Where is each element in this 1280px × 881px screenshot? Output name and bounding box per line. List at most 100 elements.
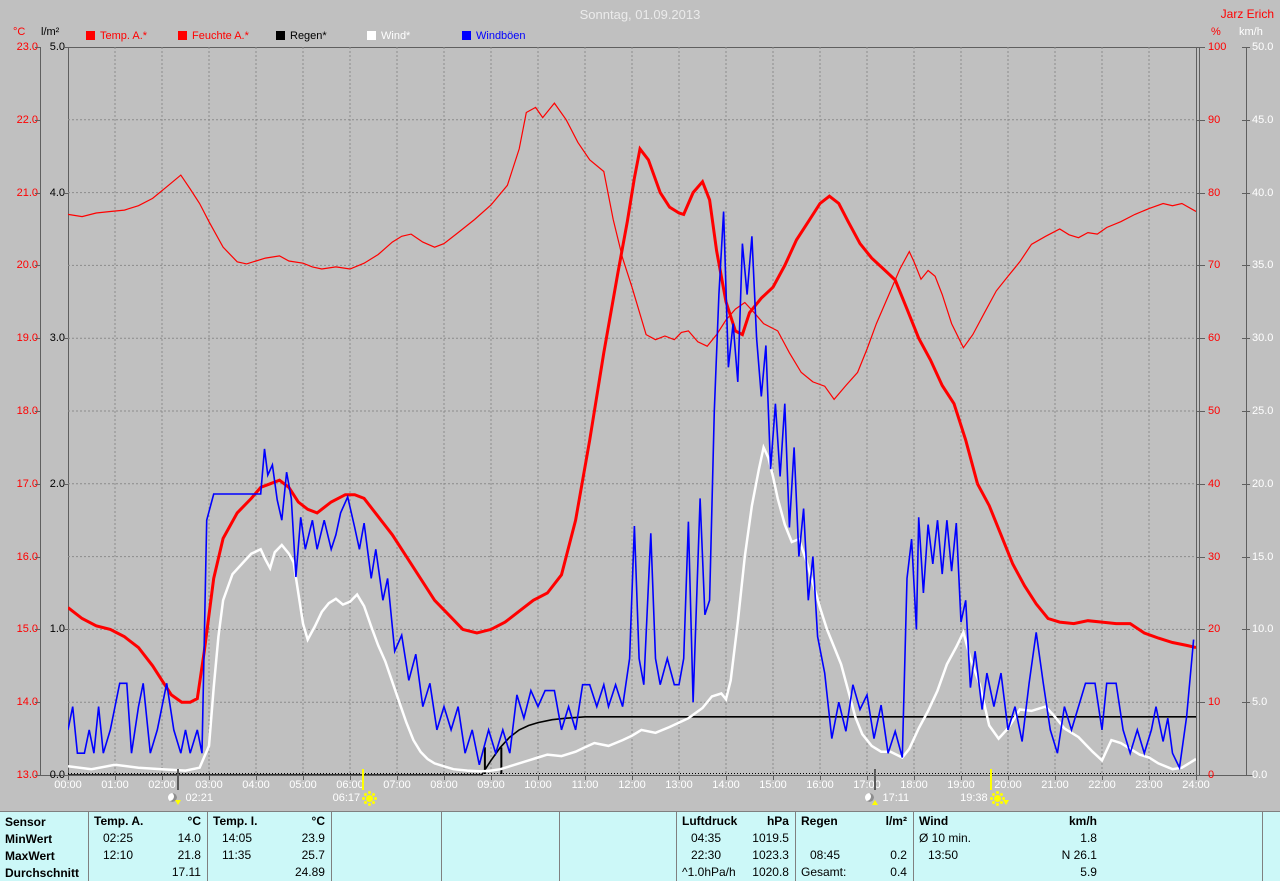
y-axis-temp-label: 13.0 xyxy=(16,769,38,781)
tick xyxy=(1242,119,1250,121)
legend-swatch-icon xyxy=(86,31,95,40)
y-axis-humidity-label: 30 xyxy=(1208,550,1221,563)
y-axis-wind-label: 30.0 xyxy=(1252,332,1274,345)
tick xyxy=(35,47,40,48)
y-axis-humidity-label: 60 xyxy=(1208,332,1221,345)
table-group-temp-a: Temp. A. °C 02:25 14.0 12:10 21.8 17.11 xyxy=(88,812,207,881)
tick xyxy=(1242,556,1250,558)
x-axis-time-label: 10:00 xyxy=(524,779,552,791)
table-row-label-max: MaxWert xyxy=(5,849,55,863)
tick xyxy=(1242,483,1250,485)
table-row-label-min: MinWert xyxy=(5,832,53,846)
tick xyxy=(914,775,915,780)
legend-label: Feuchte A.* xyxy=(192,30,249,42)
tick xyxy=(35,265,40,267)
tick xyxy=(632,775,633,780)
y-axis-temp-label: 14.0 xyxy=(16,696,38,709)
y-axis-humidity-label: 100 xyxy=(1208,41,1227,53)
series-windb-en xyxy=(68,211,1195,771)
tick xyxy=(1197,338,1205,340)
tick xyxy=(1197,629,1205,631)
legend-label: Regen* xyxy=(290,30,327,42)
y-axis-rain-label: 1.0 xyxy=(49,623,65,636)
series-regen xyxy=(68,715,1196,775)
y-axis-temp-label: 19.0 xyxy=(16,332,38,345)
tick xyxy=(1149,775,1150,780)
y-axis-humidity-label: 70 xyxy=(1208,259,1221,272)
x-axis-time-label: 18:00 xyxy=(900,779,928,791)
moonrise-time: 17:11 xyxy=(882,792,910,804)
tick xyxy=(1197,556,1205,558)
sunrise-icon xyxy=(366,795,374,802)
right-axis-wind-unit: km/h xyxy=(1239,26,1263,38)
x-axis-time-label: 08:00 xyxy=(430,779,458,791)
x-axis-time-label: 07:00 xyxy=(383,779,411,791)
legend-item-feuchte-a-: Feuchte A.* xyxy=(178,30,249,42)
x-axis-time-label: 15:00 xyxy=(759,779,787,791)
tick xyxy=(63,629,68,631)
tick xyxy=(35,556,40,558)
y-axis-humidity-label: 10 xyxy=(1208,696,1221,709)
tick xyxy=(1197,265,1205,267)
x-axis-time-label: 20:00 xyxy=(994,779,1022,791)
table-row-labels: Sensor MinWert MaxWert Durchschnitt xyxy=(0,812,88,881)
tick xyxy=(1197,483,1205,485)
sunset-icon xyxy=(993,795,1001,802)
plot-border-bottom xyxy=(40,775,1253,776)
x-axis-time-label: 21:00 xyxy=(1041,779,1069,791)
tick xyxy=(1055,775,1056,780)
tick xyxy=(1197,411,1205,412)
x-axis-time-label: 11:00 xyxy=(571,779,599,791)
weather-app-window: Sonntag, 01.09.2013 Jarz Erich °C l/m² %… xyxy=(0,0,1280,881)
y-axis-humidity-label: 50 xyxy=(1208,405,1221,417)
tick xyxy=(350,775,351,780)
tick xyxy=(209,775,210,780)
x-axis-time-label: 09:00 xyxy=(477,779,505,791)
x-axis-time-label: 03:00 xyxy=(195,779,223,791)
chart-plot xyxy=(68,47,1196,775)
y-axis-temp-label: 17.0 xyxy=(16,477,38,490)
table-header-sensor: Sensor xyxy=(5,815,46,829)
moonset-tick xyxy=(177,769,180,790)
tick xyxy=(35,629,40,631)
tick xyxy=(1242,775,1250,776)
table-group-temp-i: Temp. I. °C 14:05 23.9 11:35 25.7 24.89 xyxy=(207,812,331,881)
tick xyxy=(1197,119,1205,121)
x-axis-time-label: 02:00 xyxy=(148,779,176,791)
tick xyxy=(1242,411,1250,412)
tick xyxy=(820,775,821,780)
y-axis-wind-label: 45.0 xyxy=(1252,113,1274,126)
moonset-time: 02:21 xyxy=(185,792,213,804)
tick xyxy=(585,775,586,780)
tick xyxy=(162,775,163,780)
tick xyxy=(726,775,727,780)
page-title: Sonntag, 01.09.2013 xyxy=(579,7,701,22)
tick xyxy=(444,775,445,780)
x-axis-time-label: 16:00 xyxy=(806,779,834,791)
tick xyxy=(63,47,68,48)
moonset-arrow-icon xyxy=(175,800,182,805)
legend-swatch-icon xyxy=(276,31,285,40)
tick xyxy=(1197,192,1205,194)
tick xyxy=(491,775,492,780)
x-axis-time-label: 13:00 xyxy=(665,779,693,791)
y-axis-wind-label: 20.0 xyxy=(1252,477,1274,490)
tick xyxy=(1197,702,1205,704)
y-axis-temp-label: 22.0 xyxy=(16,113,38,126)
tick xyxy=(63,483,68,485)
moonrise-tick xyxy=(874,769,877,790)
y-axis-wind-label: 50.0 xyxy=(1252,41,1274,53)
x-axis-time-label: 00:00 xyxy=(54,779,82,791)
y-axis-wind-label: 0.0 xyxy=(1252,769,1268,781)
sunset-tick xyxy=(989,769,992,790)
sunset-arrow-icon xyxy=(1002,800,1009,805)
left-axis-rain-unit: l/m² xyxy=(41,26,60,38)
tick xyxy=(538,775,539,780)
temp-axis-line xyxy=(40,47,41,776)
tick xyxy=(68,775,69,780)
tick xyxy=(1102,775,1103,780)
tick xyxy=(1242,629,1250,631)
tick xyxy=(773,775,774,780)
tick xyxy=(63,192,68,194)
x-axis-time-label: 14:00 xyxy=(712,779,740,791)
